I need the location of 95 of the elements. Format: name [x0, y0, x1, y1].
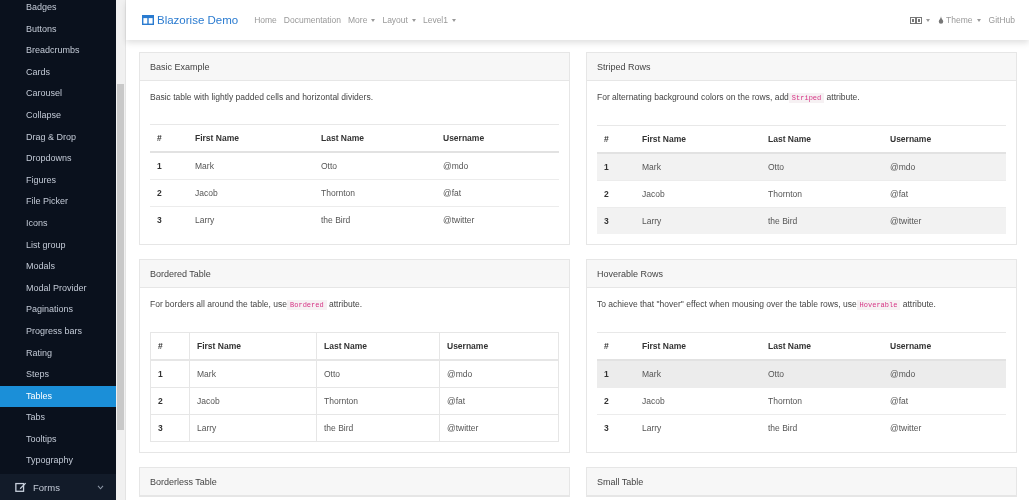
- table-cell: @mdo: [883, 360, 1006, 388]
- table-cell: Larry: [635, 414, 761, 441]
- sidebar-item[interactable]: Buttons: [0, 18, 116, 41]
- sidebar-item[interactable]: File Picker: [0, 191, 116, 213]
- sidebar-item[interactable]: Tabs: [0, 407, 116, 429]
- table-cell: @mdo: [439, 360, 559, 388]
- table-cell: 2: [597, 387, 635, 415]
- table-cell: @fat: [883, 387, 1006, 415]
- table-cell: Mark: [188, 152, 314, 180]
- table-cell: @twitter: [883, 414, 1006, 441]
- column-header: #: [150, 332, 190, 360]
- brand-link[interactable]: Blazorise Demo: [142, 14, 239, 26]
- table-cell: 3: [597, 414, 635, 441]
- scrollbar[interactable]: [116, 0, 126, 500]
- sidebar-item[interactable]: Drag & Drop: [0, 126, 116, 149]
- sidebar-item[interactable]: List group: [0, 234, 116, 257]
- sidebar-item[interactable]: Tooltips: [0, 428, 116, 451]
- card-title: Borderless Table: [150, 476, 217, 487]
- sidebar-item[interactable]: Rating: [0, 342, 116, 365]
- column-header: First Name: [189, 332, 317, 360]
- table-cell: @twitter: [883, 207, 1006, 234]
- sidebar-item[interactable]: Dropdowns: [0, 148, 116, 170]
- table-cell: 3: [597, 207, 635, 234]
- table-cell: @fat: [883, 180, 1006, 208]
- column-header: Last Name: [316, 332, 440, 360]
- sidebar-item[interactable]: Badges: [0, 0, 116, 19]
- table-cell: the Bird: [314, 206, 436, 233]
- table-cell: Larry: [635, 207, 761, 234]
- sidebar-item[interactable]: Modals: [0, 256, 116, 278]
- table-cell: Mark: [189, 360, 317, 388]
- table-cell: 2: [150, 387, 190, 415]
- drop-icon: [938, 16, 945, 24]
- card-title: Small Table: [597, 476, 644, 487]
- table-cell: 1: [150, 360, 190, 388]
- sidebar-item[interactable]: Figures: [0, 169, 116, 192]
- sidebar-item[interactable]: Steps: [0, 364, 116, 386]
- table-cell: @mdo: [436, 152, 559, 180]
- sidebar-item[interactable]: Typography: [0, 450, 116, 473]
- table-cell: Larry: [189, 414, 317, 442]
- table-cell: Thornton: [314, 179, 436, 207]
- table-cell: Mark: [635, 360, 761, 388]
- group-label: Forms: [33, 481, 61, 493]
- table-cell: the Bird: [761, 207, 883, 234]
- sidebar-item[interactable]: Icons: [0, 212, 116, 235]
- column-header: Username: [439, 332, 559, 360]
- table-cell: @twitter: [436, 206, 559, 233]
- card-title: Basic Example: [150, 61, 210, 72]
- table-cell: @twitter: [439, 414, 559, 442]
- edit-icon: [15, 481, 27, 494]
- table-cell: Mark: [635, 153, 761, 181]
- table-cell: 1: [150, 152, 188, 180]
- table-cell: Jacob: [188, 179, 314, 207]
- table-cell: Otto: [314, 152, 436, 180]
- column-header: #: [150, 124, 188, 152]
- table-cell: 3: [150, 206, 188, 233]
- sidebar-item[interactable]: Collapse: [0, 104, 116, 127]
- sidebar-item[interactable]: Modal Provider: [0, 277, 116, 300]
- table-cell: Otto: [761, 153, 883, 181]
- table-cell: 2: [597, 180, 635, 208]
- sidebar-item[interactable]: Paginations: [0, 299, 116, 321]
- card-title: Hoverable Rows: [597, 268, 664, 279]
- sidebar-item[interactable]: Cards: [0, 61, 116, 84]
- column-header: First Name: [188, 124, 314, 152]
- sidebar-item[interactable]: Progress bars: [0, 320, 116, 343]
- language-dropdown[interactable]: [910, 15, 931, 25]
- table-cell: Jacob: [189, 387, 317, 415]
- table-cell: Larry: [188, 206, 314, 233]
- sidebar-group[interactable]: Forms: [0, 474, 116, 500]
- table-cell: 2: [150, 179, 188, 207]
- table-cell: Thornton: [761, 180, 883, 208]
- table-cell: Jacob: [635, 387, 761, 415]
- sidebar-item[interactable]: Breadcrumbs: [0, 40, 116, 62]
- table-cell: Thornton: [316, 387, 440, 415]
- flag-icon: [910, 16, 923, 24]
- table-cell: 1: [597, 153, 635, 181]
- table-cell: Thornton: [761, 387, 883, 415]
- table-cell: Otto: [316, 360, 440, 388]
- card-title: Bordered Table: [150, 268, 211, 279]
- table-cell: @fat: [439, 387, 559, 415]
- column-header: Last Name: [314, 124, 436, 152]
- table-cell: the Bird: [761, 414, 883, 441]
- sidebar-item[interactable]: Carousel: [0, 83, 116, 105]
- table-cell: 1: [597, 360, 635, 388]
- columns-icon: [142, 15, 154, 25]
- table-cell: @mdo: [883, 153, 1006, 181]
- description: Basic table with lightly padded cells and horizontal dividers.: [150, 91, 374, 103]
- table-cell: the Bird: [316, 414, 440, 442]
- scrollbar-thumb[interactable]: [117, 84, 124, 430]
- table-cell: Jacob: [635, 180, 761, 208]
- table-cell: 3: [150, 414, 190, 442]
- card-title: Striped Rows: [597, 61, 651, 72]
- sidebar-item[interactable]: Tables: [0, 385, 116, 408]
- table-cell: @fat: [436, 179, 559, 207]
- column-header: Username: [436, 124, 559, 152]
- table-cell: Otto: [761, 360, 883, 388]
